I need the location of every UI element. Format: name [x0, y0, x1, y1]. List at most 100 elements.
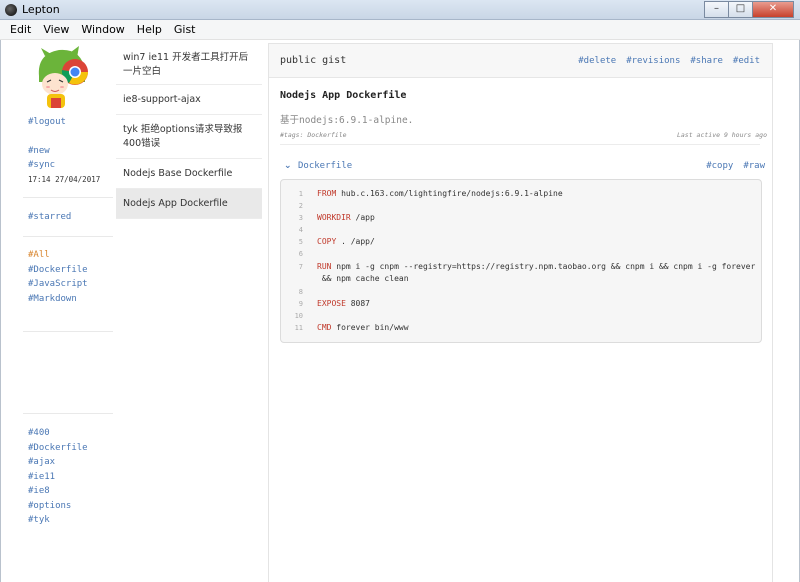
gist-list-item[interactable]: Nodejs Base Dockerfile — [116, 159, 262, 189]
gist-title: Nodejs App Dockerfile — [280, 90, 407, 101]
code-line: 11 CMD forever bin/www — [281, 322, 761, 334]
close-button[interactable]: ✕ — [752, 1, 794, 18]
code-line: 5 COPY . /app/ — [281, 236, 761, 248]
code-line: 9 EXPOSE 8087 — [281, 298, 761, 310]
file-header: ⌄ Dockerfile #copy #raw — [280, 160, 765, 174]
code-keyword: EXPOSE — [317, 299, 346, 308]
menu-help[interactable]: Help — [131, 20, 168, 39]
chevron-down-icon[interactable]: ⌄ — [284, 161, 292, 171]
copy-link[interactable]: #copy — [706, 161, 733, 171]
tag-tyk[interactable]: #tyk — [28, 515, 50, 525]
sync-link[interactable]: #sync — [28, 160, 55, 170]
code-line: 3 WORKDIR /app — [281, 212, 761, 224]
app-icon — [5, 4, 17, 16]
code-keyword: WORKDIR — [317, 213, 351, 222]
lang-markdown[interactable]: #Markdown — [28, 294, 77, 304]
window-title: Lepton — [22, 3, 60, 16]
edit-link[interactable]: #edit — [733, 56, 760, 66]
code-text: && npm cache clean — [317, 273, 409, 285]
code-line: 1 FROM hub.c.163.com/lightingfire/nodejs… — [281, 188, 761, 200]
code-keyword: CMD — [317, 323, 332, 332]
share-link[interactable]: #share — [690, 56, 723, 66]
code-block[interactable]: 1 FROM hub.c.163.com/lightingfire/nodejs… — [280, 179, 762, 343]
gist-actions: #delete #revisions #share #edit — [578, 56, 760, 66]
code-text: RUN npm i -g cnpm --registry=https://reg… — [317, 261, 755, 273]
sidebar-divider — [23, 236, 113, 237]
code-text: CMD forever bin/www — [317, 322, 409, 334]
logout-link[interactable]: #logout — [28, 117, 66, 127]
code-rest: && npm cache clean — [317, 274, 409, 283]
code-keyword: COPY — [317, 237, 337, 246]
visibility-label: public gist — [280, 55, 347, 66]
line-number: 5 — [298, 238, 303, 246]
sync-time: 17:14 27/04/2017 — [28, 175, 101, 184]
line-number: 11 — [294, 324, 303, 332]
gist-list-item-selected[interactable]: Nodejs App Dockerfile — [116, 189, 262, 219]
code-keyword: RUN — [317, 262, 332, 271]
gist-list-item[interactable]: ie8-support-ajax — [116, 85, 262, 115]
code-line: && npm cache clean — [281, 273, 761, 285]
code-rest: . /app/ — [336, 237, 375, 246]
last-active: Last active 9 hours ago — [676, 131, 767, 139]
gist-list: win7 ie11 开发者工具打开后一片空白 ie8-support-ajax … — [116, 43, 262, 582]
code-text: COPY . /app/ — [317, 236, 375, 248]
code-keyword: FROM — [317, 189, 337, 198]
code-line: 8 — [281, 286, 761, 298]
code-rest: forever bin/www — [331, 323, 409, 332]
tag-ajax[interactable]: #ajax — [28, 457, 55, 467]
sidebar-divider — [23, 413, 113, 414]
line-number: 3 — [298, 214, 303, 222]
menu-window[interactable]: Window — [75, 20, 130, 39]
code-line: 10 — [281, 310, 761, 322]
code-line: 6 — [281, 248, 761, 260]
menu-edit[interactable]: Edit — [4, 20, 37, 39]
code-line: 7 RUN npm i -g cnpm --registry=https://r… — [281, 261, 761, 273]
gist-meta: #tags: Dockerfile Last active 9 hours ag… — [280, 131, 767, 143]
file-actions: #copy #raw — [706, 161, 765, 171]
starred-link[interactable]: #starred — [28, 212, 71, 222]
meta-divider — [280, 144, 760, 145]
line-number: 6 — [298, 250, 303, 258]
tag-dockerfile[interactable]: #Dockerfile — [28, 443, 88, 453]
gist-detail-panel: public gist #delete #revisions #share #e… — [268, 43, 773, 582]
gist-list-item[interactable]: win7 ie11 开发者工具打开后一片空白 — [116, 43, 262, 85]
tag-400[interactable]: #400 — [28, 428, 50, 438]
tag-ie8[interactable]: #ie8 — [28, 486, 50, 496]
menu-view[interactable]: View — [37, 20, 75, 39]
lang-javascript[interactable]: #JavaScript — [28, 279, 88, 289]
code-rest: 8087 — [345, 299, 370, 308]
tag-options[interactable]: #options — [28, 501, 71, 511]
raw-link[interactable]: #raw — [743, 161, 765, 171]
gist-list-item[interactable]: tyk 拒绝options请求导致报400错误 — [116, 115, 262, 159]
minimize-button[interactable]: – — [704, 1, 729, 18]
gist-description: 基于nodejs:6.9.1-alpine. — [280, 115, 414, 126]
app-body: #logout #new #sync 17:14 27/04/2017 #sta… — [0, 40, 800, 582]
delete-link[interactable]: #delete — [578, 56, 616, 66]
lang-dockerfile[interactable]: #Dockerfile — [28, 265, 88, 275]
line-number: 7 — [298, 263, 303, 271]
file-name[interactable]: Dockerfile — [298, 161, 352, 171]
line-number: 8 — [298, 288, 303, 296]
maximize-button[interactable]: □ — [728, 1, 753, 18]
gist-tags: #tags: Dockerfile — [280, 131, 347, 139]
code-text: WORKDIR /app — [317, 212, 375, 224]
window-controls: – □ ✕ — [704, 1, 794, 18]
gist-detail-header: public gist #delete #revisions #share #e… — [269, 44, 772, 78]
lang-all[interactable]: #All — [28, 250, 50, 260]
code-line: 2 — [281, 200, 761, 212]
code-rest: hub.c.163.com/lightingfire/nodejs:6.9.1-… — [336, 189, 563, 198]
tag-ie11[interactable]: #ie11 — [28, 472, 55, 482]
revisions-link[interactable]: #revisions — [626, 56, 680, 66]
code-text: FROM hub.c.163.com/lightingfire/nodejs:6… — [317, 188, 563, 200]
line-number: 10 — [294, 312, 303, 320]
sidebar-divider — [23, 197, 113, 198]
line-number: 1 — [298, 190, 303, 198]
menu-gist[interactable]: Gist — [168, 20, 202, 39]
new-link[interactable]: #new — [28, 146, 50, 156]
window-titlebar[interactable]: Lepton – □ ✕ — [0, 0, 800, 20]
sidebar-divider — [23, 331, 113, 332]
line-number: 9 — [298, 300, 303, 308]
line-number: 2 — [298, 202, 303, 210]
line-number: 4 — [298, 226, 303, 234]
code-rest: /app — [350, 213, 375, 222]
